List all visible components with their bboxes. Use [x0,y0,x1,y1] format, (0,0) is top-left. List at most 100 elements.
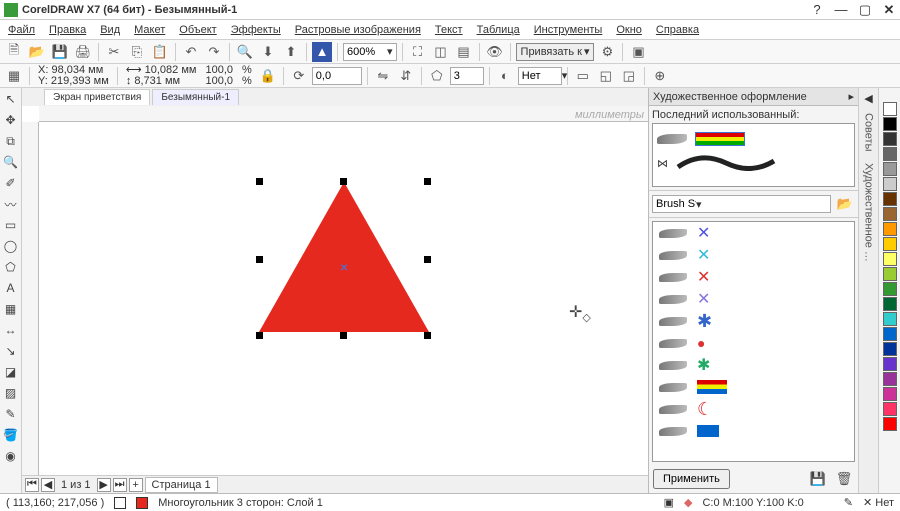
close-button[interactable]: ✕ [882,3,896,17]
menu-tools[interactable]: Инструменты [530,22,607,38]
crop-tool[interactable]: ⧉ [2,132,20,150]
polygon-tool[interactable]: ⬠ [2,258,20,276]
color-swatch[interactable] [883,222,897,236]
presets-icon[interactable]: ▦ [4,66,24,86]
preview-icon[interactable]: 👁 [485,42,505,62]
color-swatch[interactable] [883,297,897,311]
list-item[interactable]: ● [653,332,854,354]
tab-document[interactable]: Безымянный-1 [152,89,239,105]
export-icon[interactable]: ⬆ [281,42,301,62]
launch-icon[interactable]: ▣ [628,42,648,62]
outline-swatch[interactable] [114,497,126,509]
wrap-icon[interactable]: ▭ [573,66,593,86]
selection-handle[interactable] [256,256,263,263]
selection-handle[interactable] [424,178,431,185]
color-swatch[interactable] [883,402,897,416]
docker-menu-icon[interactable]: ▸ [848,90,854,103]
selection-handle[interactable] [340,332,347,339]
stroke-list[interactable]: ✕ ✕ ✕ ✕ ✱ ● ✱ ☾ [652,221,855,462]
text-tool[interactable]: A [2,279,20,297]
shape-triangle[interactable] [259,182,429,332]
save-stroke-icon[interactable]: 💾 [808,469,828,489]
eyedropper-tool[interactable]: ✎ [2,405,20,423]
save-icon[interactable]: 💾 [50,42,70,62]
paste-icon[interactable]: 📋 [150,42,170,62]
list-item[interactable]: ✱ [653,354,854,376]
color-swatch[interactable] [883,117,897,131]
mirror-v-icon[interactable]: ⇵ [396,66,416,86]
expand-icon[interactable]: ◀ [864,92,872,105]
menu-window[interactable]: Окно [612,22,646,38]
category-dropdown[interactable]: ▾ [652,195,831,213]
connector-tool[interactable]: ↘ [2,342,20,360]
redo-icon[interactable]: ↷ [204,42,224,62]
maximize-button[interactable]: ▢ [858,3,872,17]
list-item[interactable] [653,420,854,442]
ellipse-tool[interactable]: ◯ [2,237,20,255]
next-page-button[interactable]: ▶ [97,478,111,492]
menu-edit[interactable]: Правка [45,22,90,38]
tab-welcome[interactable]: Экран приветствия [44,89,150,105]
color-swatch[interactable] [883,192,897,206]
color-swatch[interactable] [883,387,897,401]
undo-icon[interactable]: ↶ [181,42,201,62]
dimension-tool[interactable]: ↔ [2,321,20,339]
menu-table[interactable]: Таблица [473,22,524,38]
canvas[interactable]: × ✛◇ [39,122,648,475]
rotate-icon[interactable]: ⟳ [289,66,309,86]
publish-icon[interactable]: ▲ [312,42,332,62]
outline-input[interactable]: ▾ [518,67,562,85]
sides-input[interactable] [450,67,484,85]
list-item[interactable] [653,376,854,398]
menu-bitmap[interactable]: Растровые изображения [291,22,425,38]
print-icon[interactable]: 🖨 [73,42,93,62]
color-swatch[interactable] [883,252,897,266]
prev-page-button[interactable]: ◀ [41,478,55,492]
angle-input[interactable] [312,67,362,85]
ruler-horizontal[interactable]: миллиметры [39,106,648,122]
color-swatch[interactable] [883,237,897,251]
grid-icon[interactable]: ▤ [454,42,474,62]
menu-effects[interactable]: Эффекты [227,22,285,38]
color-swatch[interactable] [883,132,897,146]
fill-tool[interactable]: 🪣 [2,426,20,444]
color-swatch[interactable] [883,102,897,116]
list-item[interactable]: ✕ [653,288,854,310]
snap-dropdown[interactable]: Привязать к ▾ [516,43,595,61]
color-swatch[interactable] [883,267,897,281]
import-icon[interactable]: ⬇ [258,42,278,62]
menu-file[interactable]: Файл [4,22,39,38]
dropshadow-tool[interactable]: ◪ [2,363,20,381]
color-swatch[interactable] [883,147,897,161]
color-swatch[interactable] [883,162,897,176]
tab-hints[interactable]: Советы [862,109,876,155]
color-swatch[interactable] [883,312,897,326]
selection-handle[interactable] [256,332,263,339]
selection-handle[interactable] [424,332,431,339]
open-icon[interactable]: 📂 [27,42,47,62]
search-icon[interactable]: 🔍 [235,42,255,62]
menu-help[interactable]: Справка [652,22,703,38]
list-item[interactable]: ✕ [653,266,854,288]
color-swatch[interactable] [883,207,897,221]
ruler-vertical[interactable] [22,122,39,475]
artistic-media-tool[interactable]: 〰 [2,195,20,213]
color-swatch[interactable] [883,327,897,341]
tab-artistic[interactable]: Художественное … [862,159,876,266]
list-item[interactable]: ✱ [653,310,854,332]
delete-stroke-icon[interactable]: 🗑 [834,469,854,489]
browse-icon[interactable]: 📂 [835,194,855,214]
page-tab[interactable]: Страница 1 [145,477,218,493]
pick-tool[interactable]: ↖ [2,90,20,108]
zoom-input[interactable]: ▾ [343,43,397,61]
new-icon[interactable]: 🗎 [4,42,24,62]
selection-handle[interactable] [340,178,347,185]
menu-text[interactable]: Текст [431,22,467,38]
menu-layout[interactable]: Макет [130,22,169,38]
rulers-icon[interactable]: ◫ [431,42,451,62]
outline-tool[interactable]: ◉ [2,447,20,465]
last-page-button[interactable]: ⏭ [113,478,127,492]
chevron-down-icon[interactable]: ▾ [387,45,393,58]
fullscreen-icon[interactable]: ⛶ [408,42,428,62]
front-icon[interactable]: ◱ [596,66,616,86]
